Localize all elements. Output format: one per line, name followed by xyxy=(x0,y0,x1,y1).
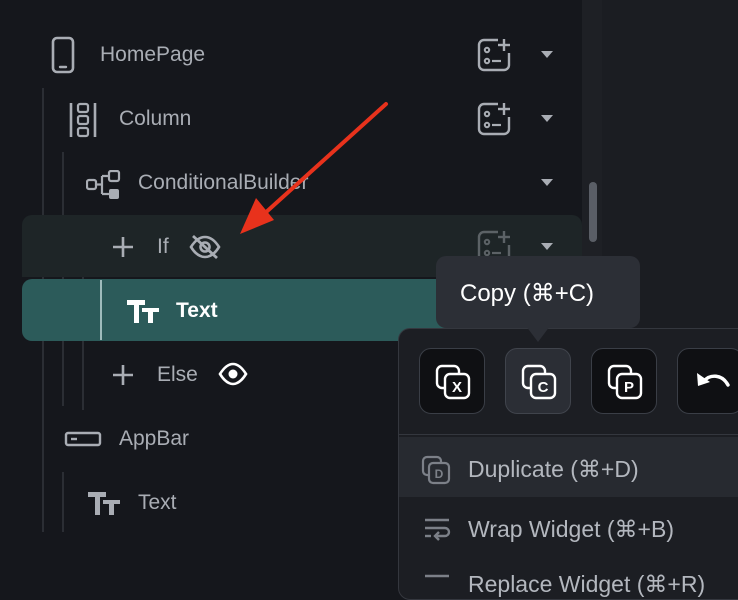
plus-icon[interactable] xyxy=(111,363,135,387)
tree-item-label: If xyxy=(157,235,169,258)
tree-item-label: Else xyxy=(157,363,198,386)
chevron-down-icon[interactable] xyxy=(541,51,553,58)
undo-button[interactable] xyxy=(677,348,738,414)
tooltip-tail xyxy=(526,326,550,342)
tree-item-label: Text xyxy=(138,491,177,514)
menu-item-label: Duplicate (⌘+D) xyxy=(468,456,639,482)
cut-button[interactable]: X xyxy=(419,348,485,414)
undo-icon xyxy=(697,373,730,387)
svg-text:P: P xyxy=(624,379,634,396)
text-widget-icon xyxy=(88,492,120,515)
annotation-arrow xyxy=(240,102,388,234)
tree-item-label: Text xyxy=(176,299,218,322)
tooltip-text: Copy (⌘+C) xyxy=(460,280,595,307)
selection-indicator xyxy=(100,280,102,340)
tree-item-label: HomePage xyxy=(100,43,206,66)
menu-item-label: Wrap Widget (⌘+B) xyxy=(468,516,674,542)
menu-divider xyxy=(399,434,738,435)
replace-icon xyxy=(425,574,449,578)
chevron-down-icon[interactable] xyxy=(541,179,553,186)
menu-item-label: Replace Widget (⌘+R) xyxy=(468,571,706,597)
chevron-down-icon[interactable] xyxy=(541,115,553,122)
svg-text:X: X xyxy=(452,379,462,396)
phone-icon xyxy=(51,36,75,74)
eye-off-icon[interactable] xyxy=(188,233,222,261)
tree-item-label: AppBar xyxy=(119,427,190,450)
add-widget-icon[interactable] xyxy=(476,37,512,73)
tree-item-label: Column xyxy=(119,107,192,130)
column-icon xyxy=(69,102,97,138)
duplicate-icon: D xyxy=(421,455,451,485)
cut-icon: X xyxy=(435,364,471,400)
tree-guide-line xyxy=(62,472,64,532)
paste-icon: P xyxy=(607,364,643,400)
svg-text:D: D xyxy=(435,467,444,481)
conditional-builder-icon xyxy=(86,170,121,199)
paste-button[interactable]: P xyxy=(591,348,657,414)
add-widget-icon[interactable] xyxy=(476,101,512,137)
chevron-down-icon[interactable] xyxy=(541,243,553,250)
appbar-icon xyxy=(64,431,102,447)
copy-icon: C xyxy=(521,364,557,400)
eye-icon[interactable] xyxy=(218,362,248,386)
scrollbar-thumb[interactable] xyxy=(589,182,597,242)
copy-button[interactable]: C xyxy=(505,348,571,414)
svg-text:C: C xyxy=(538,379,549,396)
text-widget-icon xyxy=(127,300,159,323)
plus-icon[interactable] xyxy=(111,235,135,259)
wrap-icon xyxy=(425,518,451,541)
